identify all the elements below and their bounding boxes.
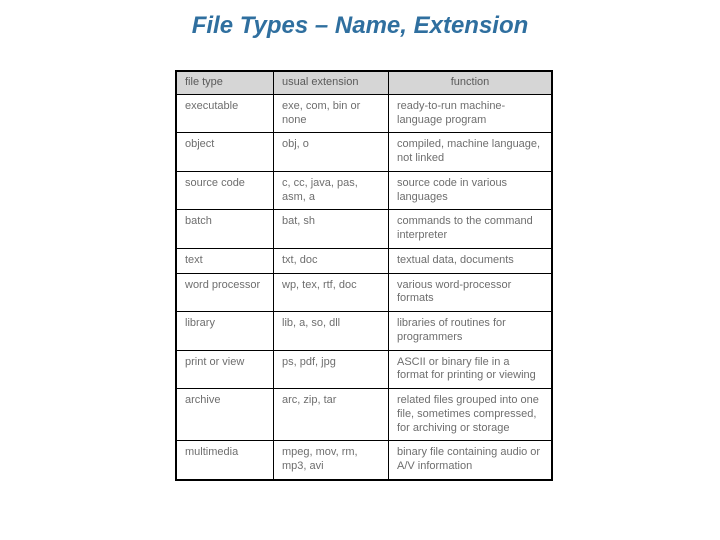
header-usual-extension: usual extension — [274, 71, 389, 94]
table-row: object obj, o compiled, machine language… — [176, 133, 552, 172]
cell-func: textual data, documents — [389, 248, 553, 273]
table-row: text txt, doc textual data, documents — [176, 248, 552, 273]
cell-ext: wp, tex, rtf, doc — [274, 273, 389, 312]
slide: File Types – Name, Extension file type u… — [0, 0, 720, 540]
table-row: word processor wp, tex, rtf, doc various… — [176, 273, 552, 312]
cell-func: ready-to-run machine-language program — [389, 94, 553, 133]
cell-func: libraries of routines for programmers — [389, 312, 553, 351]
cell-func: related files grouped into one file, som… — [389, 389, 553, 441]
cell-type: batch — [176, 210, 274, 249]
table-row: source code c, cc, java, pas, asm, a sou… — [176, 171, 552, 210]
cell-func: commands to the command interpreter — [389, 210, 553, 249]
cell-type: executable — [176, 94, 274, 133]
cell-ext: arc, zip, tar — [274, 389, 389, 441]
header-file-type: file type — [176, 71, 274, 94]
table-header-row: file type usual extension function — [176, 71, 552, 94]
cell-type: print or view — [176, 350, 274, 389]
table-row: executable exe, com, bin or none ready-t… — [176, 94, 552, 133]
file-types-table-container: file type usual extension function execu… — [175, 70, 553, 481]
cell-ext: txt, doc — [274, 248, 389, 273]
cell-ext: bat, sh — [274, 210, 389, 249]
cell-ext: c, cc, java, pas, asm, a — [274, 171, 389, 210]
cell-func: compiled, machine language, not linked — [389, 133, 553, 172]
file-types-table: file type usual extension function execu… — [175, 70, 553, 481]
cell-func: source code in various languages — [389, 171, 553, 210]
cell-type: multimedia — [176, 441, 274, 480]
cell-ext: mpeg, mov, rm, mp3, avi — [274, 441, 389, 480]
cell-type: library — [176, 312, 274, 351]
table-row: multimedia mpeg, mov, rm, mp3, avi binar… — [176, 441, 552, 480]
cell-ext: lib, a, so, dll — [274, 312, 389, 351]
table-row: print or view ps, pdf, jpg ASCII or bina… — [176, 350, 552, 389]
cell-type: object — [176, 133, 274, 172]
cell-type: word processor — [176, 273, 274, 312]
cell-type: source code — [176, 171, 274, 210]
cell-func: various word-processor formats — [389, 273, 553, 312]
cell-ext: exe, com, bin or none — [274, 94, 389, 133]
cell-ext: obj, o — [274, 133, 389, 172]
cell-func: binary file containing audio or A/V info… — [389, 441, 553, 480]
cell-func: ASCII or binary file in a format for pri… — [389, 350, 553, 389]
cell-ext: ps, pdf, jpg — [274, 350, 389, 389]
table-row: library lib, a, so, dll libraries of rou… — [176, 312, 552, 351]
table-row: archive arc, zip, tar related files grou… — [176, 389, 552, 441]
cell-type: text — [176, 248, 274, 273]
table-row: batch bat, sh commands to the command in… — [176, 210, 552, 249]
header-function: function — [389, 71, 553, 94]
cell-type: archive — [176, 389, 274, 441]
page-title: File Types – Name, Extension — [0, 12, 720, 40]
